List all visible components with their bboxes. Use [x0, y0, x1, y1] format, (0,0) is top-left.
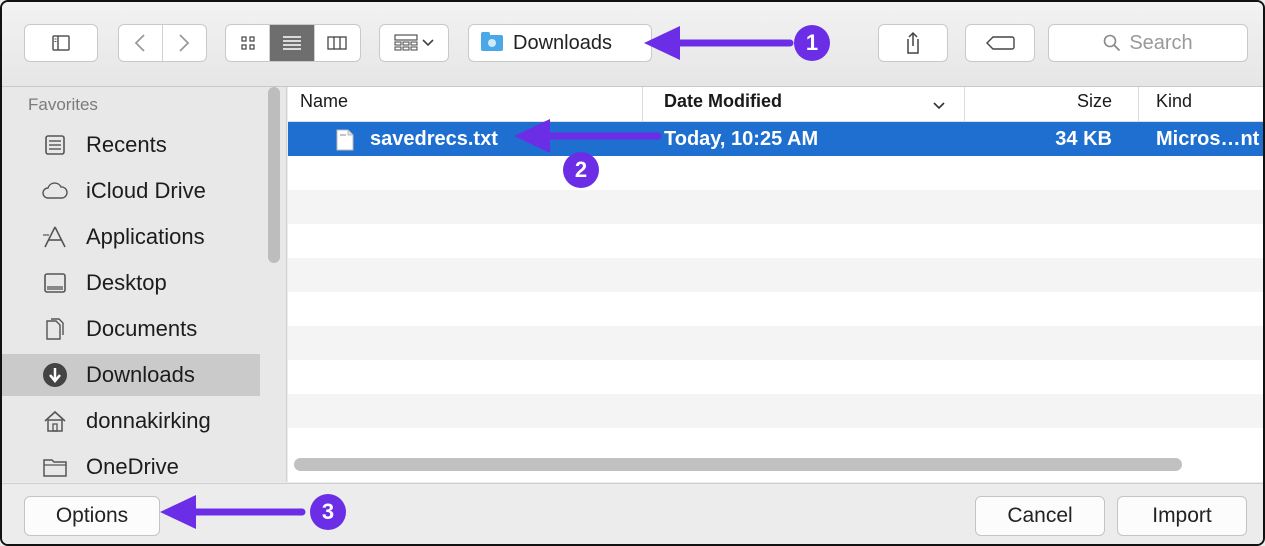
applications-icon — [42, 224, 68, 250]
file-open-dialog: Downloads Search Favorites Recents iClou… — [0, 0, 1265, 546]
file-size: 34 KB — [1055, 128, 1112, 150]
options-button[interactable]: Options — [24, 496, 160, 536]
empty-row — [288, 224, 1263, 258]
column-divider[interactable] — [642, 87, 643, 121]
sidebar-item-label: Desktop — [86, 270, 167, 295]
column-header-size[interactable]: Size — [1068, 87, 1112, 121]
empty-row — [288, 190, 1263, 224]
empty-row — [288, 360, 1263, 394]
empty-row — [288, 394, 1263, 428]
import-button[interactable]: Import — [1117, 496, 1247, 536]
column-header-name[interactable]: Name — [300, 87, 348, 121]
sidebar-item-applications[interactable]: Applications — [2, 216, 260, 258]
sidebar: Favorites Recents iCloud Drive Applicati… — [2, 87, 287, 482]
downloads-icon — [42, 362, 68, 388]
file-date: Today, 10:25 AM — [664, 128, 819, 150]
sidebar-item-icloud-drive[interactable]: iCloud Drive — [2, 170, 260, 212]
sidebar-item-onedrive[interactable]: OneDrive — [2, 446, 260, 488]
downloads-folder-icon — [481, 32, 503, 51]
sidebar-toggle-button[interactable] — [24, 24, 98, 62]
tag-icon — [986, 36, 1015, 50]
column-header-date[interactable]: Date Modified — [664, 87, 782, 121]
annotation-badge-3: 3 — [310, 494, 346, 530]
arrange-menu-button[interactable] — [379, 24, 449, 62]
sidebar-item-recents[interactable]: Recents — [2, 124, 260, 166]
tag-button[interactable] — [965, 24, 1035, 62]
empty-row — [288, 258, 1263, 292]
sidebar-item-label: OneDrive — [86, 454, 179, 479]
chevron-left-icon — [134, 34, 145, 52]
column-header-row: Name Date Modified Size Kind — [288, 87, 1263, 122]
columns-icon — [327, 36, 347, 50]
sidebar-item-donnakirking[interactable]: donnakirking — [2, 400, 260, 442]
sidebar-scrollbar[interactable] — [268, 87, 280, 263]
annotation-badge-1: 1 — [794, 25, 830, 61]
cancel-button[interactable]: Cancel — [975, 496, 1105, 536]
empty-row — [288, 326, 1263, 360]
icon-view-button[interactable] — [226, 25, 271, 61]
sidebar-item-label: iCloud Drive — [86, 178, 206, 203]
search-field[interactable]: Search — [1048, 24, 1248, 62]
share-icon — [907, 31, 919, 54]
share-button[interactable] — [878, 24, 948, 62]
empty-row — [288, 292, 1263, 326]
folder-icon — [42, 454, 68, 480]
column-divider[interactable] — [1138, 87, 1139, 121]
sidebar-item-label: donnakirking — [86, 408, 211, 433]
empty-row — [288, 428, 1263, 462]
horizontal-scrollbar[interactable] — [294, 458, 1182, 471]
chevron-down-icon — [422, 39, 434, 47]
sidebar-item-desktop[interactable]: Desktop — [2, 262, 260, 304]
text-file-icon — [336, 128, 354, 151]
annotation-badge-2: 2 — [563, 152, 599, 188]
sidebar-item-downloads[interactable]: Downloads — [2, 354, 260, 396]
column-header-kind[interactable]: Kind — [1156, 87, 1192, 121]
file-name: savedrecs.txt — [370, 128, 498, 150]
column-view-button[interactable] — [315, 25, 360, 61]
nav-button-group — [118, 24, 207, 62]
list-icon — [283, 36, 302, 50]
grid-icon — [241, 36, 255, 50]
location-popup[interactable]: Downloads — [468, 24, 652, 62]
sidebar-item-label: Documents — [86, 316, 198, 341]
sidebar-icon — [52, 35, 70, 51]
recents-icon — [42, 132, 68, 158]
file-row[interactable]: savedrecs.txt Today, 10:25 AM 34 KB Micr… — [288, 122, 1263, 156]
desktop-icon — [42, 270, 68, 296]
view-mode-group — [225, 24, 361, 62]
search-placeholder: Search — [1129, 31, 1193, 54]
empty-row — [288, 156, 1263, 190]
sidebar-item-label: Applications — [86, 224, 205, 249]
sidebar-heading: Favorites — [28, 95, 98, 114]
file-list: Name Date Modified Size Kind savedrecs.t… — [288, 87, 1263, 482]
sort-chevron-icon[interactable] — [933, 91, 945, 125]
sidebar-item-label: Downloads — [86, 362, 195, 387]
file-kind: Micros…nt — [1156, 128, 1260, 150]
chevron-right-icon — [179, 34, 190, 52]
cloud-icon — [42, 178, 68, 204]
arrange-icon — [394, 34, 418, 51]
forward-button[interactable] — [163, 25, 207, 61]
bottom-bar: Options Cancel Import — [2, 483, 1263, 544]
back-button[interactable] — [119, 25, 163, 61]
search-icon — [1104, 34, 1121, 52]
column-divider[interactable] — [964, 87, 965, 121]
toolbar: Downloads Search — [2, 2, 1263, 87]
sidebar-item-label: Recents — [86, 132, 167, 157]
documents-icon — [42, 316, 68, 342]
location-label: Downloads — [513, 31, 612, 54]
list-view-button[interactable] — [270, 25, 315, 61]
home-icon — [42, 408, 68, 434]
sidebar-item-documents[interactable]: Documents — [2, 308, 260, 350]
